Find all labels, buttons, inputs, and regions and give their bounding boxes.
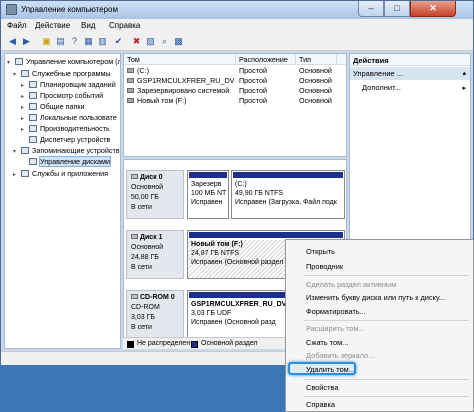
help-icon[interactable]: ? bbox=[69, 36, 80, 47]
column-header-volume[interactable]: Том bbox=[127, 55, 140, 64]
window-title: Управление компьютером bbox=[21, 5, 118, 14]
disk-1-label[interactable]: Диск 1 Основной 24,88 ГБ В сети bbox=[126, 230, 184, 279]
tree-item-services-apps[interactable]: ▸ Службы и приложения bbox=[13, 168, 108, 179]
tree-item-task-scheduler[interactable]: ▸ Планировщик заданий bbox=[21, 79, 116, 90]
volume-row[interactable]: Новый том (F:) Простой Основной bbox=[124, 96, 346, 106]
menu-file[interactable]: Файл bbox=[7, 21, 27, 30]
menu-help[interactable]: Справка bbox=[109, 21, 140, 30]
console-tree: ▾ Управление компьютером (л ▾ Служебные пр… bbox=[4, 53, 121, 349]
actions-more[interactable]: Дополнит... bbox=[362, 83, 401, 92]
drive-icon bbox=[127, 98, 134, 103]
scheduler-icon bbox=[29, 81, 37, 88]
expand-arrow-icon[interactable]: ▾ bbox=[13, 70, 21, 81]
menu-item-extend-volume[interactable]: Расширить том... bbox=[306, 324, 365, 333]
menu-item-explore[interactable]: Проводник bbox=[306, 262, 343, 271]
console-tree-icon[interactable]: ▤ bbox=[55, 36, 66, 47]
maximize-button[interactable]: □ bbox=[384, 1, 410, 17]
dvd-drive-icon bbox=[127, 78, 134, 83]
tree-item-event-viewer[interactable]: ▸ Просмотр событий bbox=[21, 90, 103, 101]
menu-item-mark-active[interactable]: Сделать раздел активным bbox=[306, 280, 396, 289]
actions-disk-management[interactable]: Управление ... ▴ bbox=[350, 67, 470, 80]
search-icon[interactable]: ⌕ bbox=[159, 36, 170, 47]
drive-icon bbox=[127, 88, 134, 93]
partition-c[interactable]: (C:) 49,90 ГБ NTFS Исправен (Загрузка, Ф… bbox=[231, 170, 345, 219]
partition-reserved[interactable]: Зарезерв 100 МБ NT Исправен bbox=[187, 170, 229, 219]
legend-label-unallocated: Не распределен bbox=[137, 340, 191, 347]
tools-icon bbox=[21, 70, 29, 77]
disk-0-label[interactable]: Диск 0 Основной 50,00 ГБ В сети bbox=[126, 170, 184, 219]
open-folder-icon[interactable]: ▧ bbox=[145, 36, 156, 47]
drive-icon bbox=[127, 68, 134, 73]
column-header-layout[interactable]: Расположение bbox=[239, 55, 288, 64]
tree-item-computer-management[interactable]: ▾ Управление компьютером (л bbox=[7, 56, 120, 67]
back-arrow-icon[interactable]: ◀ bbox=[7, 36, 18, 47]
expand-arrow-icon[interactable]: ▸ bbox=[13, 170, 21, 181]
storage-icon bbox=[21, 147, 29, 154]
collapse-arrow-icon[interactable]: ▴ bbox=[462, 69, 466, 77]
users-icon bbox=[29, 114, 37, 121]
menu-separator bbox=[304, 275, 469, 276]
disk-management-icon bbox=[29, 158, 37, 165]
menu-item-delete-volume[interactable]: Удалить том... bbox=[306, 365, 355, 374]
menu-item-add-mirror[interactable]: Добавить зеркало... bbox=[306, 351, 374, 360]
folder-up-icon[interactable]: ▣ bbox=[41, 36, 52, 47]
services-icon bbox=[21, 170, 29, 177]
menu-view[interactable]: Вид bbox=[81, 21, 95, 30]
tree-item-local-users[interactable]: ▸ Локальные пользовате bbox=[21, 112, 117, 123]
column-header-type[interactable]: Тип bbox=[299, 55, 311, 64]
action-pane-icon[interactable]: ▥ bbox=[97, 36, 108, 47]
device-manager-icon bbox=[29, 136, 37, 143]
shared-folder-icon bbox=[29, 103, 37, 110]
volume-row[interactable]: (C:) Простой Основной bbox=[124, 66, 346, 76]
menu-item-open[interactable]: Открыть bbox=[306, 247, 335, 256]
menu-item-change-drive-letter[interactable]: Изменить букву диска или путь к диску... bbox=[306, 293, 445, 302]
disk-icon bbox=[131, 174, 138, 179]
cdrom-0-label[interactable]: CD-ROM 0 CD-ROM 3,03 ГБ В сети bbox=[126, 290, 184, 339]
volume-list-header: Том Расположение Тип bbox=[124, 54, 346, 65]
title-bar[interactable]: Управление компьютером – □ ✕ bbox=[1, 1, 473, 19]
volume-row[interactable]: GSP1RMCULXFRER_RU_DVD (E:)ПростойОсновно… bbox=[124, 76, 346, 86]
menu-item-properties[interactable]: Свойства bbox=[306, 383, 338, 392]
legend-swatch-unallocated bbox=[127, 341, 134, 348]
minimize-button[interactable]: – bbox=[358, 1, 384, 17]
delete-icon[interactable]: ✖ bbox=[131, 36, 142, 47]
menu-separator bbox=[304, 396, 469, 397]
tree-item-system-tools[interactable]: ▾ Служебные программы bbox=[13, 68, 111, 79]
tree-item-disk-management[interactable]: Управление дисками bbox=[21, 156, 112, 167]
menu-action[interactable]: Действие bbox=[35, 21, 70, 30]
volume-row[interactable]: Зарезервировано системой Простой Основной bbox=[124, 86, 346, 96]
computer-icon bbox=[15, 58, 23, 65]
expand-arrow-icon[interactable]: ▾ bbox=[13, 147, 21, 158]
actions-header: Действия bbox=[350, 54, 470, 66]
forward-arrow-icon[interactable]: ▶ bbox=[21, 36, 32, 47]
properties-icon[interactable]: ▦ bbox=[83, 36, 94, 47]
legend-label-primary: Основной раздел bbox=[201, 340, 258, 347]
menu-separator bbox=[304, 320, 469, 321]
toolbar: ◀ ▶ ▣ ▤ ? ▦ ▥ ✔ ✖ ▧ ⌕ ▩ bbox=[1, 33, 473, 51]
tree-item-storage[interactable]: ▾ Запоминающие устройств bbox=[13, 145, 120, 156]
computer-management-icon bbox=[6, 4, 17, 15]
view-icon[interactable]: ▩ bbox=[173, 36, 184, 47]
event-viewer-icon bbox=[29, 92, 37, 99]
disk-icon bbox=[131, 234, 138, 239]
menu-item-shrink-volume[interactable]: Сжать том... bbox=[306, 338, 348, 347]
menu-item-help[interactable]: Справка bbox=[306, 400, 335, 409]
disk-row: Диск 0 Основной 50,00 ГБ В сети Зарезерв… bbox=[124, 168, 346, 221]
menu-bar: Файл Действие Вид Справка bbox=[1, 19, 473, 33]
tree-item-device-manager[interactable]: Диспетчер устройств bbox=[21, 134, 110, 145]
performance-icon bbox=[29, 125, 37, 132]
volume-list: Том Расположение Тип (C:) Простой Основной… bbox=[123, 53, 347, 157]
context-menu: Открыть Проводник Сделать раздел активны… bbox=[285, 239, 474, 412]
cdrom-icon bbox=[131, 294, 138, 299]
legend-swatch-primary bbox=[191, 341, 198, 348]
tree-item-shared-folders[interactable]: ▸ Общие папки bbox=[21, 101, 85, 112]
menu-separator bbox=[304, 379, 469, 380]
submenu-arrow-icon: ▸ bbox=[462, 85, 466, 92]
close-button[interactable]: ✕ bbox=[410, 1, 456, 17]
check-icon[interactable]: ✔ bbox=[113, 36, 124, 47]
tree-item-performance[interactable]: ▸ Производительность bbox=[21, 123, 110, 134]
menu-item-format[interactable]: Форматировать... bbox=[306, 307, 366, 316]
